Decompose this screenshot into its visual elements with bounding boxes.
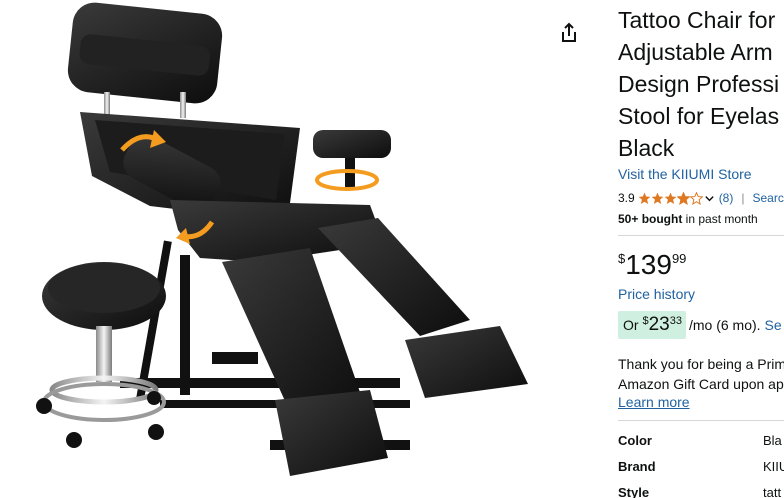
star-icon [689,191,703,205]
spec-value-color: Bla [763,433,782,448]
rating-value: 3.9 [618,191,635,205]
price-history-link[interactable]: Price history [618,286,695,302]
spec-label-brand: Brand [618,459,656,474]
rating-count-link[interactable]: (8) [719,191,734,205]
spec-value-brand: KIIU [763,459,784,474]
star-icon [638,192,651,204]
spec-label-style: Style [618,485,650,498]
share-icon[interactable] [556,20,582,46]
search-link[interactable]: Search [752,191,784,205]
promo-line-2: Amazon Gift Card upon ap [618,376,784,392]
monthly-prefix: Or [623,317,643,333]
spec-value-style: tatt [763,485,782,498]
promo-line-1: Thank you for being a Prim [618,356,784,372]
monthly-symbol: $ [642,315,649,327]
rating-row: 3.9 (8) | Search [618,190,784,206]
star-icon [651,192,664,204]
product-info-panel: Tattoo Chair for Adjustable Arm Design P… [618,0,784,498]
product-title: Tattoo Chair for Adjustable Arm Design P… [618,7,780,161]
price-fraction: 99 [671,251,687,266]
divider [618,420,784,421]
chevron-down-icon[interactable] [704,193,715,204]
star-icon [676,191,690,205]
prime-promo-text: Thank you for being a Prim Amazon Gift C… [618,354,784,394]
monthly-details-link[interactable]: Se [765,317,782,333]
bought-suffix: in past month [682,212,758,226]
monthly-whole: 23 [648,314,670,335]
monthly-payment-badge: Or $2333 [618,311,686,339]
separator: | [741,191,745,205]
divider [618,235,784,236]
price-symbol: $ [618,251,626,266]
price-whole: 139 [625,249,672,280]
bought-in-past-month: 50+ bought in past month [618,212,758,226]
spec-label-color: Color [618,433,652,448]
product-image[interactable] [0,0,560,498]
price: $13999 [618,248,686,282]
store-link[interactable]: Visit the KIIUMI Store [618,166,752,182]
monthly-term: /mo (6 mo). [688,317,761,333]
rating-stars[interactable] [638,191,703,205]
monthly-payment-row: Or $2333 /mo (6 mo). Se [618,311,782,339]
learn-more-link[interactable]: Learn more [618,394,690,410]
bought-count: 50+ bought [618,212,683,226]
star-icon [664,192,677,204]
monthly-fraction: 33 [669,315,682,327]
